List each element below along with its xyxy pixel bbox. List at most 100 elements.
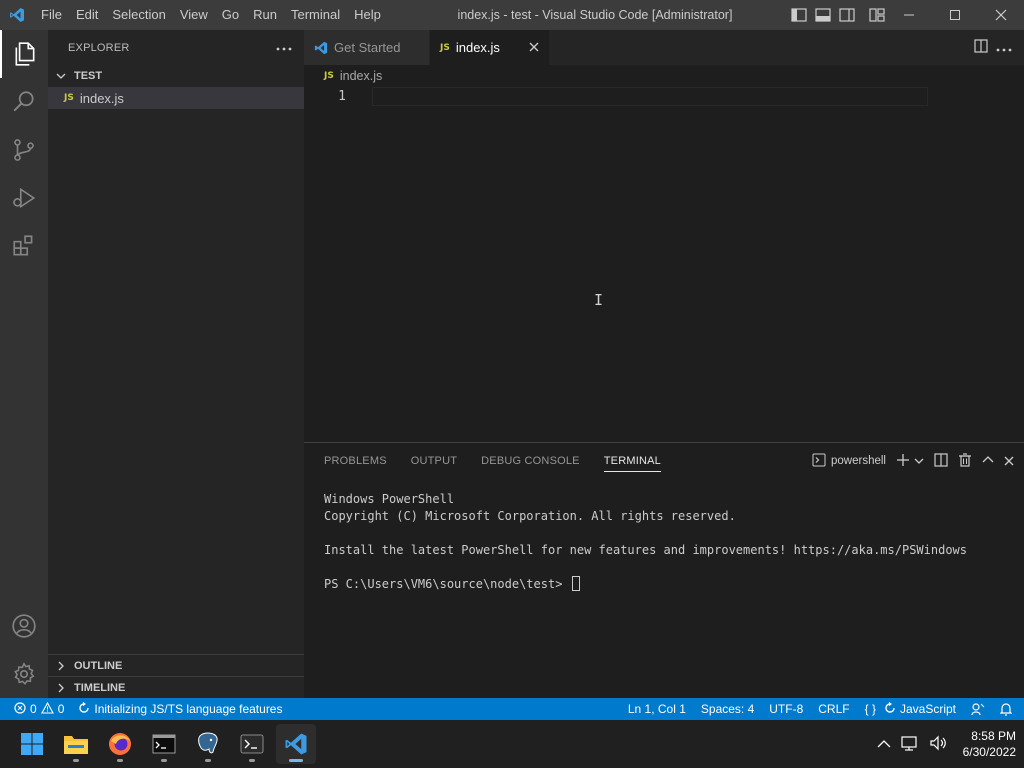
split-terminal-icon[interactable] [934,452,948,470]
clock[interactable]: 8:58 PM 6/30/2022 [957,728,1016,760]
search-icon[interactable] [0,78,48,126]
close-panel-icon[interactable] [1004,454,1014,469]
notifications-bell-icon[interactable] [1000,702,1012,716]
menu-bar: File Edit Selection View Go Run Terminal… [34,0,388,30]
end-of-line[interactable]: CRLF [818,702,849,716]
tab-debug-console[interactable]: DEBUG CONSOLE [481,443,580,479]
menu-file[interactable]: File [34,0,69,30]
customize-layout-icon[interactable] [868,6,886,24]
problems-indicator[interactable]: 0 0 [14,701,64,717]
run-debug-icon[interactable] [0,174,48,222]
firefox-icon[interactable] [100,724,140,764]
split-editor-icon[interactable] [974,39,988,56]
close-tab-icon[interactable] [529,40,539,55]
menu-terminal[interactable]: Terminal [284,0,347,30]
folder-test[interactable]: TEST [48,65,304,87]
network-icon[interactable] [901,735,919,754]
outline-section[interactable]: OUTLINE [48,654,304,676]
text-cursor-icon: I [594,291,604,309]
account-icon[interactable] [0,602,48,650]
tab-problems[interactable]: PROBLEMS [324,443,387,479]
sync-icon [884,701,896,717]
clock-date: 6/30/2022 [962,745,1016,759]
cursor-position[interactable]: Ln 1, Col 1 [628,702,686,716]
explorer-icon[interactable] [0,30,48,78]
new-terminal-icon[interactable] [896,453,910,470]
shell-name: powershell [831,455,886,467]
menu-help[interactable]: Help [347,0,388,30]
tab-label: index.js [455,40,500,55]
trash-icon[interactable] [958,452,972,470]
clock-time: 8:58 PM [971,729,1016,743]
menu-edit[interactable]: Edit [69,0,105,30]
toggle-secondary-sidebar-icon[interactable] [838,6,856,24]
timeline-section[interactable]: TIMELINE [48,676,304,698]
js-file-icon: JS [324,71,334,81]
windows-taskbar: 8:58 PM 6/30/2022 [0,720,1024,768]
chevron-right-icon [54,683,68,693]
command-prompt-icon[interactable] [144,724,184,764]
menu-view[interactable]: View [173,0,215,30]
terminal-prompt: PS C:\Users\VM6\source\node\test> [324,577,570,591]
tab-label: Get Started [334,40,401,55]
maximize-panel-icon[interactable] [982,454,994,469]
running-indicator [117,759,123,762]
vscode-icon[interactable] [276,724,316,764]
chevron-down-icon[interactable] [914,454,924,469]
running-indicator [73,759,79,762]
active-indicator [289,759,303,762]
tab-get-started[interactable]: Get Started [304,30,430,65]
language-mode[interactable]: { } JavaScript [865,701,956,717]
terminal-line: Windows PowerShell [324,492,455,506]
file-explorer-icon[interactable] [56,724,96,764]
terminal-icon[interactable] [232,724,272,764]
menu-go[interactable]: Go [215,0,246,30]
vscode-logo-icon [0,0,34,30]
timeline-label: TIMELINE [74,681,126,694]
editor-actions [974,30,1024,65]
source-control-icon[interactable] [0,126,48,174]
bottom-panel: PROBLEMS OUTPUT DEBUG CONSOLE TERMINAL p… [304,442,1024,698]
terminal-cursor [571,576,580,591]
indentation[interactable]: Spaces: 4 [701,702,754,716]
toggle-primary-sidebar-icon[interactable] [790,6,808,24]
window-controls [886,0,1024,30]
language-status[interactable]: Initializing JS/TS language features [78,701,282,717]
breadcrumb-file[interactable]: index.js [340,69,382,83]
tab-output[interactable]: OUTPUT [411,443,457,479]
toggle-panel-icon[interactable] [814,6,832,24]
warning-icon [40,701,54,717]
postgresql-icon[interactable] [188,724,228,764]
menu-run[interactable]: Run [246,0,284,30]
extensions-icon[interactable] [0,222,48,270]
more-actions-icon[interactable] [276,42,292,54]
panel-actions: powershell [812,443,1014,479]
more-actions-icon[interactable] [996,40,1012,55]
layout-controls [790,0,886,30]
encoding[interactable]: UTF-8 [769,702,803,716]
close-window-icon[interactable] [978,0,1024,30]
file-index-js[interactable]: JS index.js [48,87,304,109]
current-line-highlight [372,87,928,106]
status-bar: 0 0 Initializing JS/TS language features… [0,698,1024,720]
volume-icon[interactable] [929,735,947,754]
line-number: 1 [338,89,346,104]
js-file-icon: JS [64,93,74,103]
tab-terminal[interactable]: TERMINAL [603,450,661,472]
chevron-right-icon [54,661,68,671]
chevron-up-icon[interactable] [877,737,891,752]
minimize-icon[interactable] [886,0,932,30]
menu-selection[interactable]: Selection [105,0,172,30]
settings-gear-icon[interactable] [0,650,48,698]
explorer-title: EXPLORER [68,41,130,54]
maximize-icon[interactable] [932,0,978,30]
terminal-shell-selector[interactable]: powershell [812,453,886,470]
code-editor[interactable]: 1 I [304,87,1024,442]
feedback-icon[interactable] [971,702,985,716]
running-indicator [205,759,211,762]
terminal-output[interactable]: Windows PowerShell Copyright (C) Microsof… [324,491,967,593]
windows-start-icon[interactable] [12,724,52,764]
tab-index-js[interactable]: JS index.js [430,30,550,65]
